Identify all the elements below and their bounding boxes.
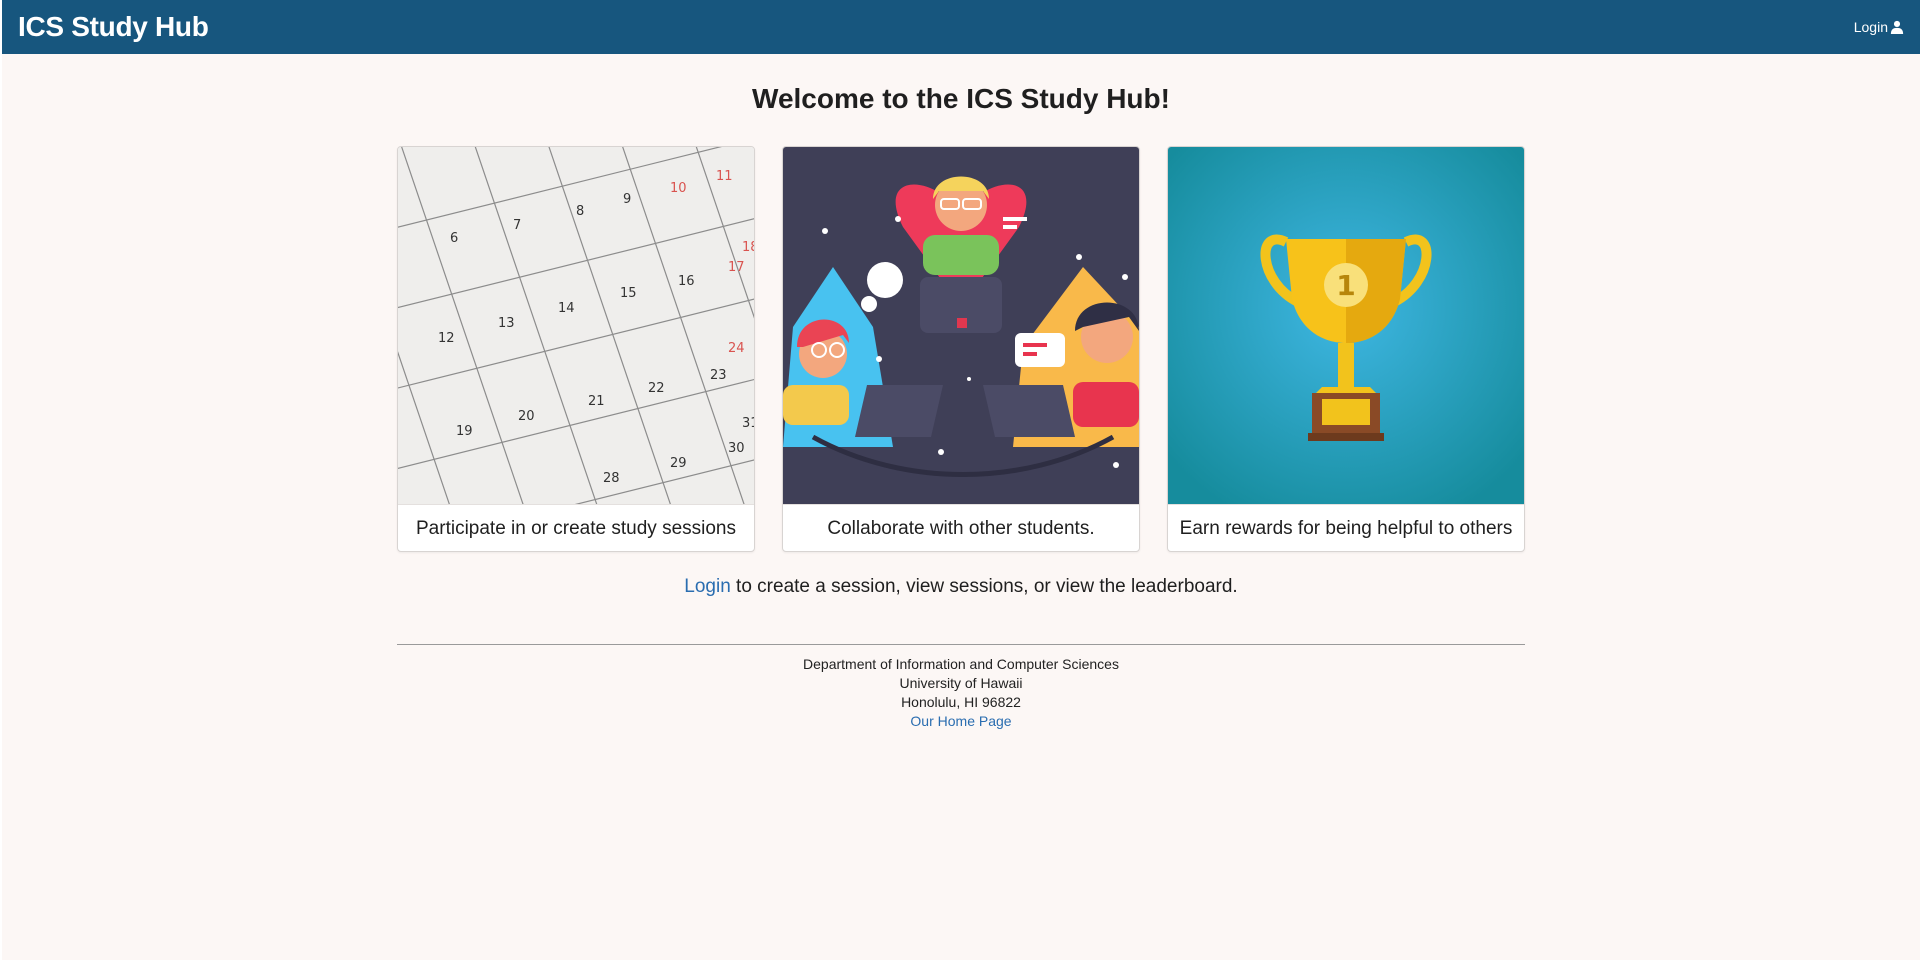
calendar-day-number: 28	[603, 471, 620, 486]
calendar-day-number: 17	[728, 260, 745, 275]
calendar-day-number: 14	[558, 301, 575, 316]
svg-text:1: 1	[1336, 269, 1355, 302]
calendar-day-number: 24	[728, 341, 745, 356]
home-page-link[interactable]: Our Home Page	[910, 713, 1011, 729]
trophy-image: 1	[1168, 147, 1524, 504]
calendar-day-number: 9	[623, 192, 631, 207]
calendar-day-number: 21	[588, 394, 605, 409]
main-content: Welcome to the ICS Study Hub! 6 7 8 9 10…	[397, 82, 1525, 731]
calendar-day-number: 22	[648, 381, 665, 396]
card-caption: Earn rewards for being helpful to others	[1168, 504, 1524, 551]
card-collaborate: Collaborate with other students.	[782, 146, 1140, 552]
login-menu-button[interactable]: Login	[1854, 19, 1904, 35]
calendar-day-number: 29	[670, 456, 687, 471]
card-caption: Participate in or create study sessions	[398, 504, 754, 551]
card-study-sessions: 6 7 8 9 10 11 12 13 14 15 16 17 18 19 20 21 22 2324 28 29 30…	[397, 146, 755, 552]
calendar-day-number: 30	[728, 441, 745, 456]
calendar-day-number: 8	[576, 204, 584, 219]
login-label[interactable]: Login	[1854, 19, 1888, 35]
calendar-day-number: 31	[742, 416, 754, 431]
login-prompt-text: to create a session, view sessions, or v…	[730, 576, 1238, 597]
students-collaborating-image	[783, 147, 1139, 504]
footer-address: Honolulu, HI 96822	[901, 694, 1021, 710]
brand-title[interactable]: ICS Study Hub	[18, 11, 209, 43]
calendar-image: 6 7 8 9 10 11 12 13 14 15 16 17 18 19 20 21 22 2324 28 29 30…	[398, 147, 754, 504]
card-caption: Collaborate with other students.	[783, 504, 1139, 551]
calendar-day-number: 15	[620, 286, 637, 301]
calendar-day-number: 10	[670, 181, 687, 196]
calendar-day-number: 6	[450, 231, 458, 246]
footer-divider	[397, 644, 1525, 645]
calendar-day-number: 16	[678, 274, 695, 289]
calendar-day-number: 18	[742, 240, 754, 255]
card-rewards: 1 Earn rewards for being helpful to othe…	[1167, 146, 1525, 552]
footer-university: University of Hawaii	[899, 675, 1023, 691]
calendar-day-number: 23	[710, 368, 727, 383]
feature-cards: 6 7 8 9 10 11 12 13 14 15 16 17 18 19 20 21 22 2324 28 29 30…	[397, 146, 1525, 552]
page-title: Welcome to the ICS Study Hub!	[752, 83, 1170, 114]
footer-department: Department of Information and Computer S…	[803, 656, 1119, 672]
login-link[interactable]: Login	[684, 576, 731, 597]
footer: Department of Information and Computer S…	[397, 655, 1525, 731]
calendar-day-number: 19	[456, 424, 473, 439]
calendar-day-number: 13	[498, 316, 515, 331]
calendar-day-number: 7	[513, 218, 521, 233]
calendar-day-number: 11	[716, 169, 733, 184]
login-prompt: Login to create a session, view sessions…	[397, 576, 1525, 598]
calendar-day-number: 12	[438, 331, 455, 346]
user-icon[interactable]	[1890, 20, 1904, 34]
navbar: ICS Study Hub Login	[2, 0, 1920, 54]
calendar-day-number: 20	[518, 409, 535, 424]
